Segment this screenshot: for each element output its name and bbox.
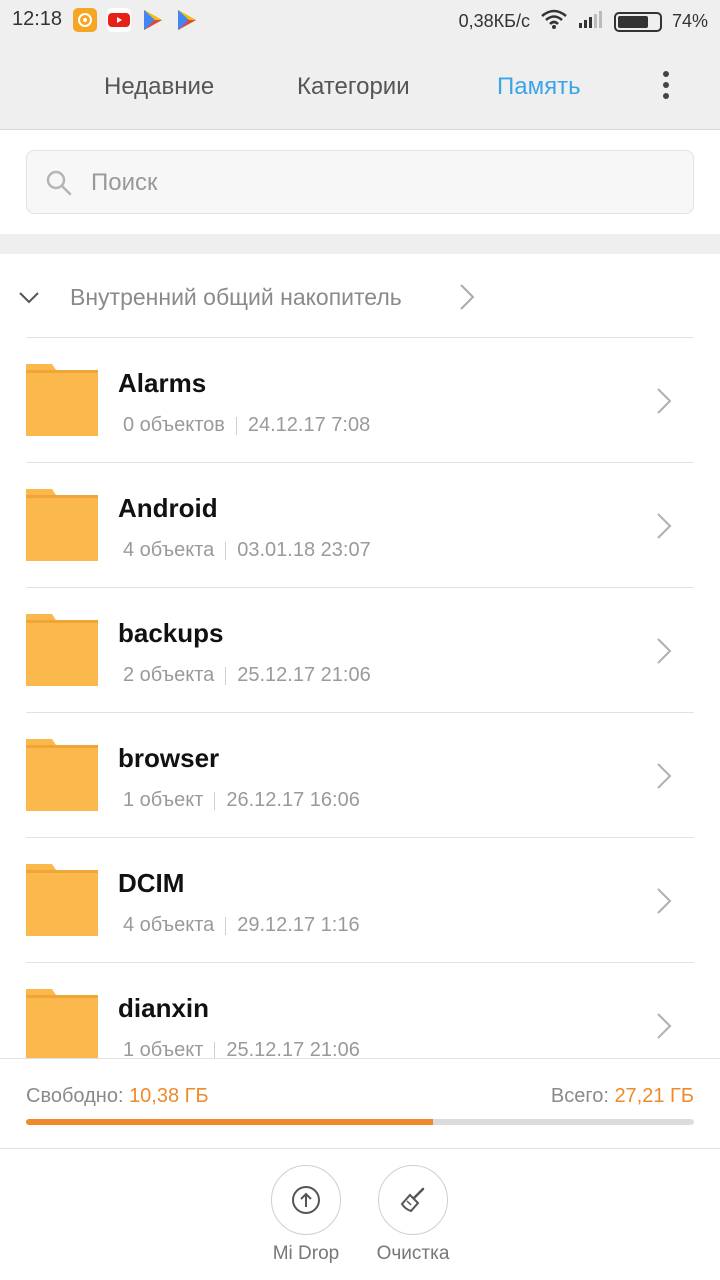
folder-icon [26, 489, 98, 561]
battery-level [617, 15, 648, 28]
meta-separator [225, 666, 227, 685]
modified-date: 29.12.17 1:16 [237, 914, 360, 936]
search-input[interactable] [91, 163, 671, 203]
chat-app-icon [73, 8, 97, 32]
top-tab-bar: Недавние Категории Память [0, 40, 720, 130]
meta-separator [225, 541, 227, 560]
folder-name: DCIM [118, 868, 185, 898]
list-item[interactable]: Alarms 0 объектов 24.12.17 7:08 [0, 338, 720, 463]
chevron-right-icon [657, 888, 672, 914]
folder-name: backups [118, 618, 224, 648]
folder-meta: 2 объекта 25.12.17 21:06 [123, 664, 371, 687]
meta-separator [214, 1041, 216, 1058]
modified-date: 25.12.17 21:06 [226, 1039, 360, 1058]
tab-categories[interactable]: Категории [297, 73, 410, 101]
status-indicators: 0,38КБ/с 74% [459, 8, 708, 35]
meta-separator [225, 916, 227, 935]
item-count: 1 объект [123, 1039, 204, 1058]
storage-title[interactable]: Внутренний общий накопитель [70, 284, 402, 311]
chevron-right-icon [657, 1013, 672, 1039]
folder-meta: 0 объектов 24.12.17 7:08 [123, 414, 370, 437]
chevron-right-icon [657, 638, 672, 664]
chevron-right-icon[interactable] [456, 282, 478, 312]
search-icon [46, 170, 72, 196]
list-item[interactable]: backups 2 объекта 25.12.17 21:06 [0, 588, 720, 713]
signal-icon [578, 9, 604, 34]
folder-meta: 1 объект 26.12.17 16:06 [123, 789, 360, 812]
more-options-icon[interactable] [650, 69, 682, 101]
free-space-label: Свободно: [26, 1085, 124, 1107]
folder-meta: 4 объекта 03.01.18 23:07 [123, 539, 371, 562]
play-store-icon [175, 8, 199, 32]
folder-name: Android [118, 493, 218, 523]
list-item[interactable]: dianxin 1 объект 25.12.17 21:06 [0, 963, 720, 1058]
mi-drop-label: Mi Drop [272, 1243, 340, 1264]
youtube-icon [107, 8, 131, 32]
item-count: 4 объекта [123, 539, 215, 561]
folder-icon [26, 989, 98, 1058]
storage-progress-fill [26, 1119, 434, 1125]
folder-meta: 1 объект 25.12.17 21:06 [123, 1039, 360, 1058]
storage-header[interactable]: Внутренний общий накопитель [0, 254, 720, 338]
file-list[interactable]: Alarms 0 объектов 24.12.17 7:08 Android … [0, 338, 720, 1058]
storage-usage: Свободно: 10,38 ГБ Всего: 27,21 ГБ [0, 1058, 720, 1148]
cleanup-label: Очистка [376, 1243, 450, 1264]
search-box[interactable] [26, 150, 694, 214]
list-item[interactable]: Android 4 объекта 03.01.18 23:07 [0, 463, 720, 588]
chevron-down-icon[interactable] [16, 284, 42, 310]
list-item[interactable]: DCIM 4 объекта 29.12.17 1:16 [0, 838, 720, 963]
play-store-icon [141, 8, 165, 32]
broom-icon[interactable] [378, 1165, 448, 1235]
folder-icon [26, 864, 98, 936]
wifi-icon [540, 8, 568, 35]
item-count: 1 объект [123, 789, 204, 811]
modified-date: 26.12.17 16:06 [226, 789, 360, 811]
tab-storage[interactable]: Память [497, 73, 581, 101]
chevron-right-icon [657, 388, 672, 414]
status-time: 12:18 [12, 8, 63, 30]
modified-date: 03.01.18 23:07 [237, 539, 371, 561]
folder-icon [26, 739, 98, 811]
total-space: Всего: 27,21 ГБ [551, 1085, 694, 1108]
status-bar: 12:18 0,38КБ/с 74% [0, 0, 720, 40]
notification-icons [73, 8, 199, 32]
folder-icon [26, 364, 98, 436]
mi-drop-icon[interactable] [271, 1165, 341, 1235]
folder-name: Alarms [118, 368, 207, 398]
section-separator [0, 234, 720, 254]
chevron-right-icon [657, 513, 672, 539]
chevron-right-icon [657, 763, 672, 789]
item-count: 4 объекта [123, 914, 215, 936]
item-count: 2 объекта [123, 664, 215, 686]
list-item[interactable]: browser 1 объект 26.12.17 16:06 [0, 713, 720, 838]
meta-separator [235, 416, 237, 435]
meta-separator [214, 791, 216, 810]
network-speed: 0,38КБ/с [458, 11, 530, 31]
total-space-value: 27,21 ГБ [614, 1085, 694, 1107]
total-space-label: Всего: [550, 1085, 609, 1107]
folder-name: dianxin [118, 993, 210, 1023]
modified-date: 25.12.17 21:06 [237, 664, 371, 686]
folder-icon [26, 614, 98, 686]
item-count: 0 объектов [123, 414, 225, 436]
cleanup-button[interactable]: Очистка [363, 1165, 463, 1265]
storage-progress-bar [26, 1119, 694, 1125]
folder-name: browser [118, 743, 220, 773]
battery-icon [613, 11, 662, 32]
mi-drop-button[interactable]: Mi Drop [256, 1165, 356, 1265]
modified-date: 24.12.17 7:08 [247, 414, 371, 436]
free-space-value: 10,38 ГБ [129, 1085, 209, 1107]
bottom-actions: Mi Drop Очистка [0, 1148, 720, 1280]
folder-meta: 4 объекта 29.12.17 1:16 [123, 914, 360, 937]
free-space: Свободно: 10,38 ГБ [26, 1085, 209, 1108]
battery-percent: 74% [671, 11, 708, 31]
tab-recent[interactable]: Недавние [104, 73, 214, 101]
